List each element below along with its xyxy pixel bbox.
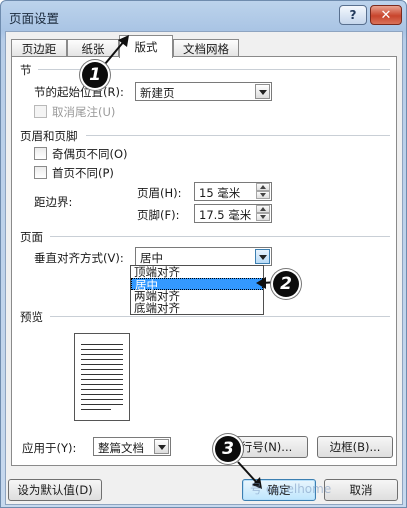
step-2-badge: 2 [273,271,299,297]
step-1-badge: 1 [82,62,108,88]
watermark-text: 号 excelhome [250,482,332,496]
step-3-badge: 3 [215,436,241,462]
arrowhead-icon [256,277,266,289]
callout-arrows [99,35,279,489]
